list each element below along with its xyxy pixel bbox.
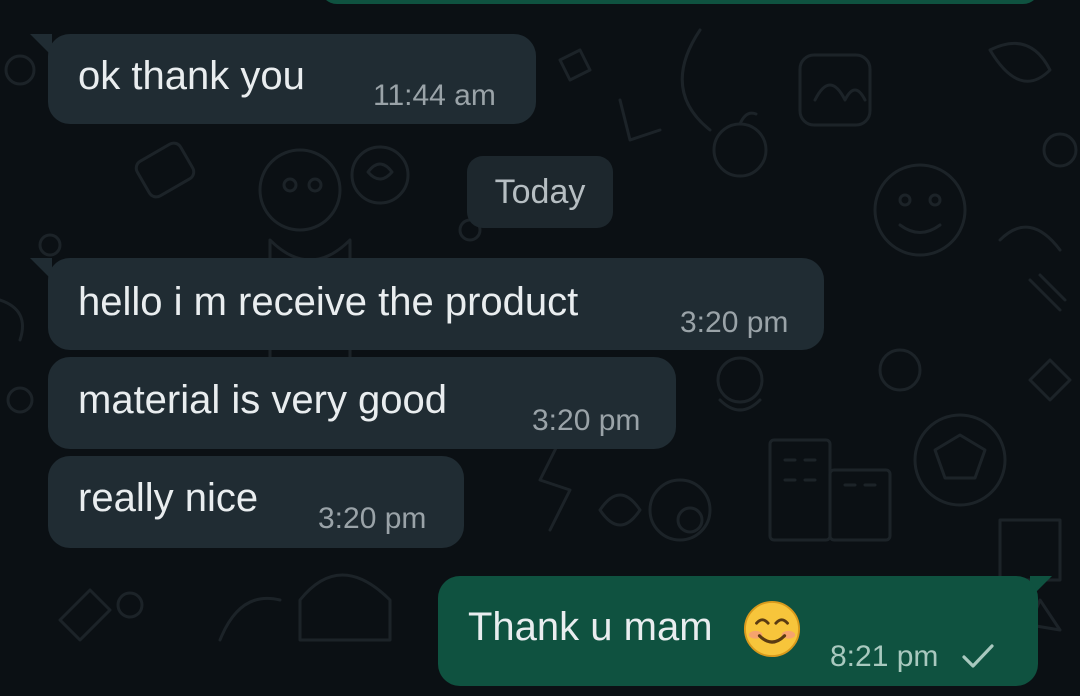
sent-check-icon xyxy=(962,644,994,668)
date-divider: Today xyxy=(467,156,613,228)
message-text: hello i m receive the product xyxy=(78,280,579,324)
smiling-face-icon xyxy=(743,600,801,658)
message-text: material is very good xyxy=(78,378,448,422)
message-timestamp: 3:20 pm xyxy=(680,306,789,339)
message-bubble-incoming[interactable]: ok thank you 11:44 am xyxy=(48,34,536,124)
message-text: ok thank you xyxy=(78,54,305,98)
message-text: really nice xyxy=(78,476,259,520)
message-bubble-outgoing[interactable]: Thank u mam 8:21 pm xyxy=(438,576,1038,686)
message-timestamp: 3:20 pm xyxy=(532,404,641,437)
message-timestamp: 3:20 pm xyxy=(318,502,427,535)
message-bubble-incoming[interactable]: hello i m receive the product 3:20 pm xyxy=(48,258,824,350)
message-timestamp: 11:44 am xyxy=(373,79,496,112)
message-bubble-incoming[interactable]: really nice 3:20 pm xyxy=(48,456,464,548)
outgoing-bubble-partial xyxy=(320,0,1040,4)
message-timestamp: 8:21 pm xyxy=(830,640,939,673)
message-bubble-incoming[interactable]: material is very good 3:20 pm xyxy=(48,357,676,449)
message-text: Thank u mam xyxy=(468,605,713,649)
